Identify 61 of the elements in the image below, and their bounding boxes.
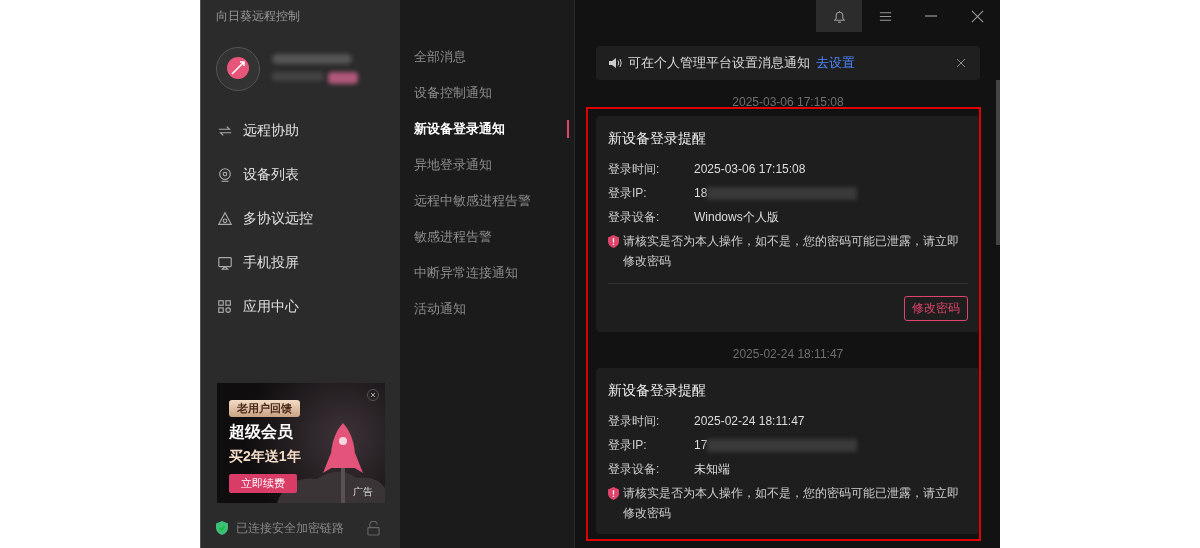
sidebar-item[interactable]: 手机投屏 — [201, 241, 400, 285]
close-icon — [969, 8, 985, 24]
arrows-icon — [217, 123, 233, 139]
ad-offer: 买2年送1年 — [229, 448, 301, 466]
notice-text: 可在个人管理平台设置消息通知 — [628, 54, 810, 72]
avatar-icon[interactable] — [216, 47, 260, 91]
ad-banner[interactable]: 老用户回馈 超级会员 买2年送1年 立即续费 广告 — [217, 383, 385, 503]
nav-tab[interactable]: 远程中敏感进程告警 — [400, 183, 574, 219]
field-value: 2025-03-06 17:15:08 — [694, 162, 806, 176]
field-label: 登录设备: — [608, 460, 661, 478]
close-icon[interactable] — [956, 58, 966, 68]
message-timestamp: 2025-03-06 17:15:08 — [731, 95, 845, 109]
message-timestamp: 2025-02-24 18:11:47 — [731, 347, 845, 361]
monitor-icon — [217, 255, 233, 271]
settings-link[interactable]: 去设置 — [816, 54, 855, 72]
nav-tab[interactable]: 敏感进程告警 — [400, 219, 574, 255]
field-label: 登录时间: — [608, 412, 661, 430]
card-title: 新设备登录提醒 — [608, 130, 707, 148]
lock-icon[interactable] — [367, 520, 380, 536]
sidebar-item[interactable]: 应用中心 — [201, 285, 400, 329]
field-label: 登录设备: — [608, 208, 661, 226]
window-title: 向日葵远程控制 — [215, 8, 301, 25]
grid-icon — [217, 299, 233, 315]
warning-text: 请核实是否为本人操作，如不是，您的密码可能已泄露，请立即修改密码 — [623, 233, 960, 270]
notification-button[interactable] — [816, 0, 862, 32]
ad-label: 广告 — [353, 485, 373, 499]
ad-title: 超级会员 — [229, 422, 293, 442]
renew-button[interactable]: 立即续费 — [229, 474, 297, 493]
redacted-block — [328, 72, 358, 84]
nav-tab[interactable]: 设备控制通知 — [400, 75, 574, 111]
nav-tab[interactable]: 中断异常连接通知 — [400, 255, 574, 291]
redacted-block — [272, 72, 324, 81]
close-icon[interactable] — [367, 389, 379, 401]
card-title: 新设备登录提醒 — [608, 382, 707, 400]
scrollbar-thumb[interactable] — [996, 80, 1000, 245]
shield-alert-icon — [608, 487, 619, 500]
nav-tab[interactable]: 全部消息 — [400, 39, 574, 75]
field-value: 未知端 — [694, 460, 730, 478]
promo-badge: 老用户回馈 — [229, 400, 300, 417]
field-value: 2025-02-24 18:11:47 — [694, 414, 805, 428]
status-text: 已连接安全加密链路 — [236, 519, 345, 537]
sidebar-item[interactable]: 设备列表 — [201, 153, 400, 197]
nav-tab[interactable]: 活动通知 — [400, 291, 574, 327]
field-label: 登录IP: — [608, 436, 648, 454]
field-label: 登录时间: — [608, 160, 661, 178]
warning-text: 请核实是否为本人操作，如不是，您的密码可能已泄露，请立即修改密码 — [623, 485, 960, 522]
field-value: 17 — [694, 438, 708, 452]
minimize-icon — [925, 15, 937, 17]
pin-icon — [217, 167, 233, 183]
field-value: Windows个人版 — [694, 208, 779, 226]
shield-alert-icon — [608, 235, 619, 248]
change-password-button[interactable]: 修改密码 — [904, 296, 968, 321]
speaker-icon — [608, 57, 622, 69]
triangle-icon — [217, 211, 233, 227]
sidebar-item[interactable]: 远程协助 — [201, 109, 400, 153]
shield-icon — [216, 521, 228, 535]
field-value: 18 — [694, 186, 708, 200]
bell-icon — [831, 8, 847, 24]
sidebar-item[interactable]: 多协议远控 — [201, 197, 400, 241]
field-label: 登录IP: — [608, 184, 648, 202]
nav-tab[interactable]: 异地登录通知 — [400, 147, 574, 183]
